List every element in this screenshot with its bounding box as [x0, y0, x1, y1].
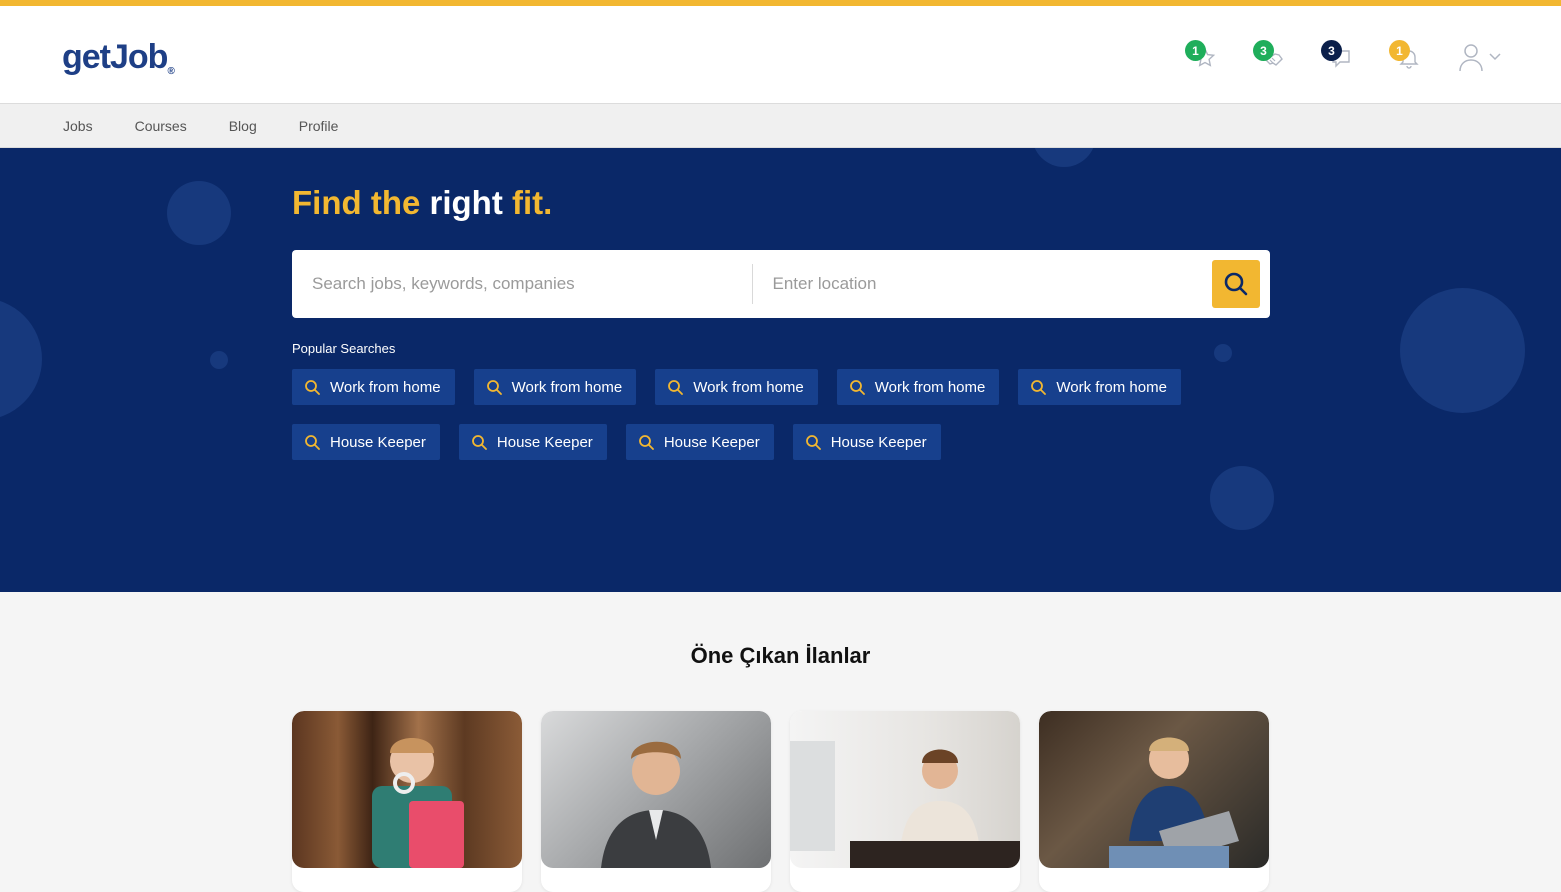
decor-circle — [210, 351, 228, 369]
popular-search-chip[interactable]: Work from home — [1018, 369, 1181, 405]
favorites-button[interactable]: 1 — [1185, 40, 1219, 74]
chip-label: Work from home — [874, 378, 986, 396]
job-card[interactable] — [541, 711, 771, 892]
messages-button[interactable]: 3 — [1321, 40, 1355, 74]
chip-label: Work from home — [1056, 378, 1167, 396]
job-card-photo — [790, 711, 1020, 868]
chevron-down-icon — [1489, 53, 1501, 61]
hero-section: Find the right fit. Search jobs, keyword… — [0, 148, 1561, 592]
favorites-count-badge: 1 — [1185, 40, 1206, 61]
search-icon — [1031, 380, 1047, 395]
popular-searches-row-1: Work from home Work from home Work from … — [292, 369, 1181, 405]
decor-circle — [1210, 466, 1274, 530]
notifications-count-badge: 1 — [1389, 40, 1410, 61]
user-icon — [1459, 44, 1483, 72]
search-icon — [668, 380, 684, 395]
decor-circle — [167, 181, 231, 245]
chip-label: House Keeper — [663, 433, 760, 451]
popular-search-chip[interactable]: House Keeper — [792, 424, 941, 460]
popular-searches-row-2: House Keeper House Keeper House Keeper H… — [292, 424, 941, 460]
job-card[interactable] — [1039, 711, 1269, 892]
search-bar: Search jobs, keywords, companies Enter l… — [292, 250, 1270, 318]
location-input[interactable]: Enter location — [753, 250, 1213, 318]
header-icons: 1 3 3 1 — [1185, 40, 1501, 74]
site-header: getJob® 1 3 3 1 — [0, 6, 1561, 103]
search-icon — [805, 435, 821, 450]
popular-search-chip[interactable]: House Keeper — [458, 424, 607, 460]
logo[interactable]: getJob® — [62, 38, 175, 77]
popular-searches-label: Popular Searches — [292, 341, 396, 356]
job-card[interactable] — [790, 711, 1020, 892]
chip-label: Work from home — [511, 378, 623, 396]
chip-label: House Keeper — [830, 433, 927, 451]
popular-search-chip[interactable]: House Keeper — [625, 424, 774, 460]
messages-count-badge: 3 — [1321, 40, 1342, 61]
search-icon — [472, 435, 487, 450]
job-card[interactable] — [292, 711, 522, 892]
featured-listings — [292, 711, 1269, 892]
chip-label: Work from home — [693, 378, 804, 396]
nav-blog[interactable]: Blog — [229, 118, 257, 134]
user-menu-button[interactable] — [1457, 42, 1501, 72]
nav-jobs[interactable]: Jobs — [63, 118, 93, 134]
applications-button[interactable]: 3 — [1253, 40, 1287, 74]
search-icon — [1224, 272, 1248, 296]
hero-headline: Find the right fit. — [292, 184, 553, 221]
main-nav: Jobs Courses Blog Profile — [0, 103, 1561, 148]
search-icon — [305, 435, 320, 450]
chip-label: House Keeper — [496, 433, 593, 451]
applications-count-badge: 3 — [1253, 40, 1274, 61]
popular-search-chip[interactable]: Work from home — [836, 369, 1000, 405]
decor-circle — [0, 298, 42, 420]
popular-search-chip[interactable]: Work from home — [655, 369, 818, 405]
decor-circle — [1214, 344, 1232, 362]
search-icon — [849, 380, 865, 395]
nav-courses[interactable]: Courses — [135, 118, 187, 134]
search-icon — [638, 435, 654, 450]
popular-search-chip[interactable]: House Keeper — [292, 424, 440, 460]
chip-label: Work from home — [330, 378, 441, 396]
featured-listings-title: Öne Çıkan İlanlar — [690, 643, 871, 668]
search-icon — [486, 380, 502, 395]
keyword-search-input[interactable]: Search jobs, keywords, companies — [292, 250, 752, 318]
job-card-photo — [541, 711, 771, 868]
search-icon — [305, 380, 320, 395]
nav-profile[interactable]: Profile — [299, 118, 339, 134]
popular-search-chip[interactable]: Work from home — [292, 369, 455, 405]
decor-circle — [1032, 148, 1096, 167]
popular-search-chip[interactable]: Work from home — [473, 369, 637, 405]
decor-circle — [1400, 288, 1525, 413]
search-button[interactable] — [1212, 260, 1260, 308]
job-card-photo — [1039, 711, 1269, 868]
notifications-button[interactable]: 1 — [1389, 40, 1423, 74]
job-card-photo — [292, 711, 522, 868]
chip-label: House Keeper — [330, 433, 426, 451]
